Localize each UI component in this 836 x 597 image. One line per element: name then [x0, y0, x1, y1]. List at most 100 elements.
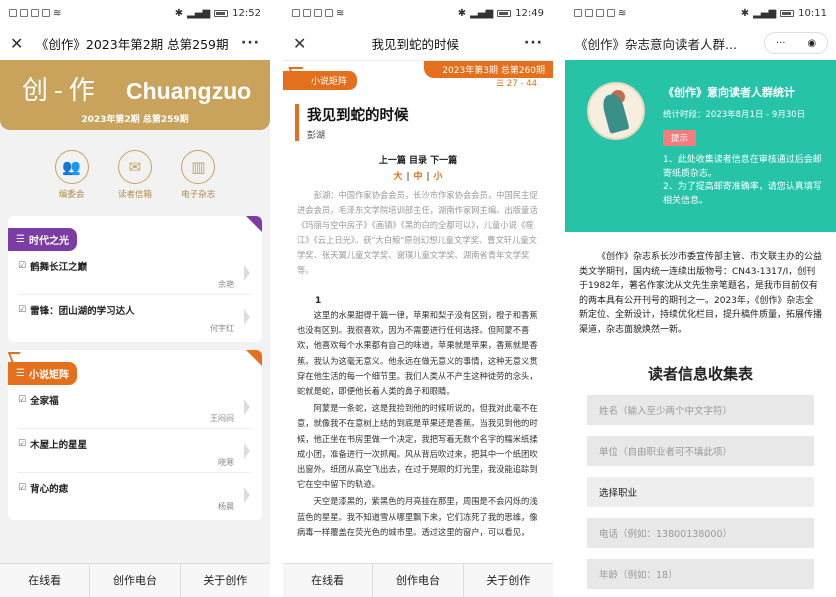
- tab-radio[interactable]: 创作电台: [373, 564, 464, 597]
- note-line: 1、此处收集读者信息在审核通过后会邮寄纸质杂志。: [663, 155, 822, 179]
- menu-lines-icon: ☰: [496, 79, 504, 89]
- nav-bar: ✕ 《创作》2023年第2期 总第259期 ···: [0, 26, 270, 60]
- phone-field[interactable]: 电话（例如：13800138000）: [587, 518, 814, 548]
- note-line: 2、为了提高邮寄准确率，请您认真填写相关信息。: [663, 182, 822, 206]
- close-icon[interactable]: ✕: [293, 34, 306, 53]
- page-range-label: 27 - 44: [506, 79, 537, 89]
- close-icon[interactable]: ✕: [10, 34, 23, 53]
- item-author: 何宇红: [210, 324, 234, 333]
- issue-badge: 2023年第3期 总第260期: [424, 61, 553, 78]
- font-size-medium[interactable]: 中: [413, 172, 422, 182]
- section-card-era: ☰ 时代之光 ☑ 鹤舞长江之巅 余艳 ☑ 雷锋：团山湖的学习达人 何宇红: [8, 216, 262, 342]
- bluetooth-icon: ✱: [740, 7, 750, 19]
- signal-icon: ▂▄▆: [753, 7, 777, 19]
- battery-icon: [497, 9, 512, 17]
- list-item[interactable]: ☑ 木屋上的星星晓寒: [18, 429, 252, 473]
- wifi-icon: ≋: [53, 7, 62, 19]
- font-size-small[interactable]: 小: [434, 172, 443, 182]
- quick-link-label: 读者信箱: [117, 190, 152, 200]
- font-size-switch: 大 | 中 | 小: [393, 172, 443, 182]
- item-title: 背心的痣: [30, 484, 69, 495]
- quick-links: 👥 编委会 ✉ 读者信箱 ▥ 电子杂志: [0, 130, 270, 208]
- page-title: 《创作》杂志意向读者人群...: [575, 36, 737, 52]
- quick-link-label: 电子杂志: [181, 190, 216, 200]
- list-icon: ☰: [16, 234, 25, 245]
- app-icon: [42, 9, 50, 17]
- more-icon[interactable]: ···: [776, 38, 786, 49]
- phone-reader-form: ≋ ✱ ▂▄▆ 10:11 《创作》杂志意向读者人群... ··· ◉ 《创作》意向读…: [565, 0, 836, 597]
- item-author: 杨晨: [218, 502, 234, 511]
- phone-magazine-home: ≋ ✱ ▂▄▆ 12:52 ✕ 《创作》2023年第2期 总第259期 ··· 创-…: [0, 0, 270, 597]
- app-icon: [303, 9, 311, 17]
- app-icon: [314, 9, 322, 17]
- article-navigation[interactable]: 上一篇 目录 下一篇: [297, 153, 539, 166]
- app-icon: [596, 9, 604, 17]
- quick-link-mailbox[interactable]: ✉ 读者信箱: [117, 150, 152, 200]
- section-tag-label: 时代之光: [28, 236, 69, 247]
- section-card-novel: ☰ 小说矩阵 ☑ 全家福 王闷闷 ☑ 木屋上的星星 晓寒 ☑ 背心的痣 杨晨: [7, 350, 262, 520]
- tab-radio[interactable]: 创作电台: [90, 564, 181, 597]
- signal-icon: ▂▄▆: [470, 7, 494, 19]
- check-icon: ☑: [18, 261, 27, 271]
- stat-banner: 《创作》意向读者人群统计 统计时段：2023年8月1日 - 9月30日 提示 1…: [565, 60, 836, 232]
- check-icon: ☑: [18, 483, 27, 493]
- article-body: 上一篇 目录 下一篇 大 | 中 | 小 彭湖：中国作家协会会员，长沙市作家协会会员，中…: [283, 153, 553, 540]
- list-icon: ☰: [16, 368, 25, 379]
- item-title: 鹤舞长江之巅: [30, 262, 88, 273]
- status-time: 12:49: [515, 7, 544, 19]
- quick-link-label: 编委会: [58, 190, 85, 200]
- article-title: 我见到蛇的时候: [307, 108, 409, 124]
- stat-period: 统计时段：2023年8月1日 - 9月30日: [663, 110, 806, 120]
- status-bar: ≋ ✱ ▂▄▆ 12:49: [283, 0, 553, 26]
- item-title: 木屋上的星星: [30, 440, 88, 451]
- check-icon: ☑: [18, 439, 27, 449]
- list-item[interactable]: ☑ 全家福 王闷闷: [18, 385, 252, 429]
- item-author: 王闷闷: [210, 414, 234, 423]
- page-title: 《创作》2023年第2期 总第259期: [35, 36, 229, 52]
- chevron-right-icon: [244, 487, 250, 503]
- page-title: 我见到蛇的时候: [371, 36, 459, 52]
- chevron-right-icon: [244, 265, 250, 281]
- more-icon[interactable]: ···: [241, 35, 260, 51]
- name-field[interactable]: 姓名（输入至少两个中文字符）: [587, 395, 814, 425]
- bluetooth-icon: ✱: [174, 7, 184, 19]
- list-item[interactable]: ☑ 背心的痣杨晨: [18, 473, 252, 516]
- section-tag: ☰ 小说矩阵: [8, 362, 77, 385]
- magazine-portrait-image: [587, 82, 645, 140]
- article-title-block: 我见到蛇的时候 彭湖: [295, 104, 553, 141]
- letter-icon: ✉: [117, 150, 152, 184]
- tab-about[interactable]: 关于创作: [181, 564, 270, 597]
- issue-label: 2023年第2期 总第259期: [81, 115, 189, 125]
- wifi-icon: ≋: [618, 7, 627, 19]
- hint-badge: 提示: [663, 130, 697, 146]
- quick-link-emag[interactable]: ▥ 电子杂志: [181, 150, 215, 200]
- logo-en: Chuangzuo: [126, 78, 252, 104]
- app-icon: [20, 9, 28, 17]
- nav-bar: 《创作》杂志意向读者人群... ··· ◉: [565, 26, 836, 60]
- status-bar: ≋ ✱ ▂▄▆ 12:52: [0, 0, 270, 26]
- tab-about[interactable]: 关于创作: [464, 564, 553, 597]
- author-bio: 彭湖：中国作家协会会员，长沙市作家协会会员，中国民主促进会会员。毛泽东文学院培训…: [297, 190, 538, 275]
- tab-online[interactable]: 在线看: [283, 564, 374, 597]
- quick-link-editorial[interactable]: 👥 编委会: [54, 150, 89, 200]
- page-range: ☰ 27 - 44: [496, 79, 537, 89]
- more-icon[interactable]: ···: [524, 35, 543, 51]
- article-author: 彭湖: [307, 131, 326, 141]
- wifi-icon: ≋: [336, 7, 345, 19]
- font-size-large[interactable]: 大: [393, 172, 402, 182]
- occupation-select[interactable]: 选择职业: [587, 477, 814, 507]
- close-circle-icon[interactable]: ◉: [807, 38, 816, 49]
- section-tag: ☰ 时代之光: [8, 228, 77, 251]
- item-author: 晓寒: [218, 458, 234, 467]
- status-time: 12:52: [232, 7, 261, 19]
- card-corner: [246, 350, 262, 366]
- paragraph: 天空是漆黑的，紫黑色的月亮挂在那里，周围是不会闪烁的浅蓝色的星星。我不知道雪从哪…: [297, 496, 538, 537]
- hint-notes: 1、此处收集读者信息在审核通过后会邮寄纸质杂志。 2、为了提高邮寄准确率，请您认…: [663, 154, 822, 208]
- list-item[interactable]: ☑ 鹤舞长江之巅 余艳: [18, 251, 252, 295]
- tab-online[interactable]: 在线看: [0, 564, 91, 597]
- list-item[interactable]: ☑ 雷锋：团山湖的学习达人 何宇红: [18, 295, 252, 338]
- section-number: 1: [315, 296, 322, 306]
- age-field[interactable]: 年龄（例如：18）: [587, 559, 814, 589]
- battery-icon: [214, 9, 229, 17]
- company-field[interactable]: 单位（自由职业者可不填此项）: [587, 436, 814, 466]
